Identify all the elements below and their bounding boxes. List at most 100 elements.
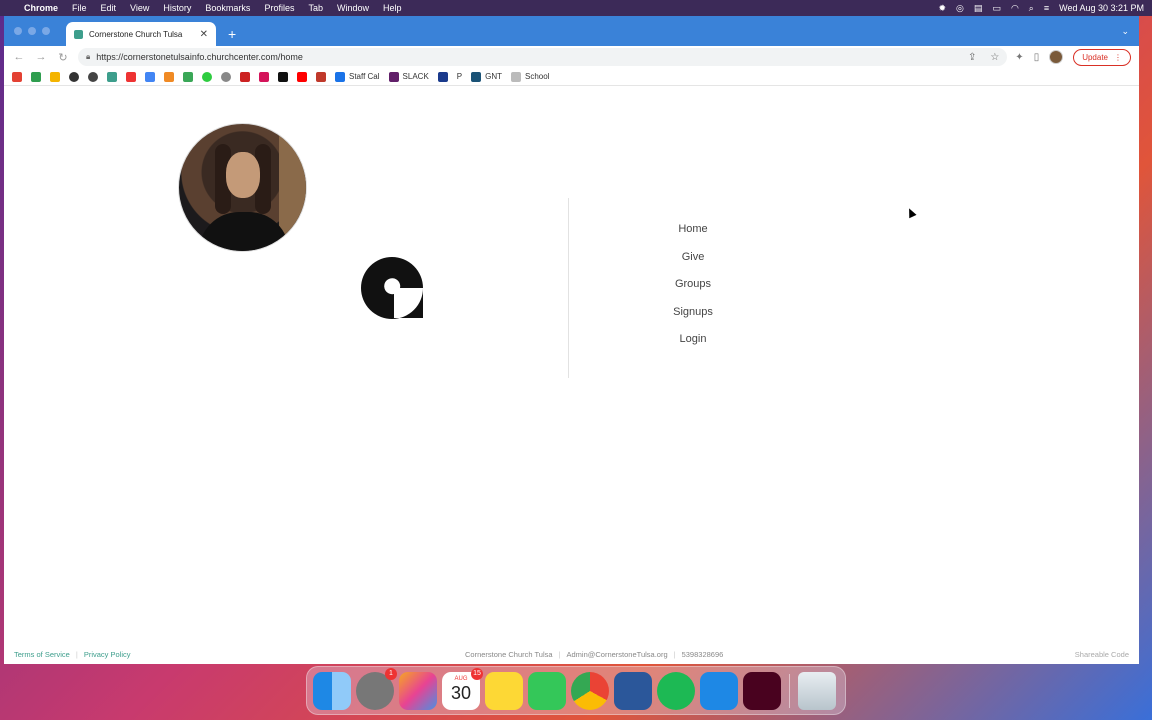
- lock-icon[interactable]: 🔒︎: [86, 52, 90, 62]
- dock-separator: [789, 673, 790, 708]
- control-center-icon[interactable]: ≡: [1044, 3, 1049, 13]
- reload-icon[interactable]: ↻: [56, 51, 70, 64]
- flag-icon[interactable]: ▤: [974, 3, 983, 14]
- footer-email[interactable]: Admin@CornerstoneTulsa.org: [567, 650, 668, 659]
- notes-icon[interactable]: [485, 671, 523, 710]
- nav-give[interactable]: Give: [682, 244, 705, 272]
- tab-title: Cornerstone Church Tulsa: [89, 29, 183, 39]
- trash-icon[interactable]: [798, 671, 836, 710]
- share-icon[interactable]: ⇪: [968, 52, 976, 63]
- shield-bookmark-icon[interactable]: [437, 71, 448, 82]
- menu-file[interactable]: File: [72, 3, 87, 13]
- bookmark-icon[interactable]: [202, 71, 212, 82]
- privacy-link[interactable]: Privacy Policy: [84, 650, 131, 659]
- bookmark-gnt[interactable]: GNT: [471, 71, 503, 82]
- close-window-button[interactable]: [14, 27, 22, 35]
- keynote-icon[interactable]: [700, 671, 738, 710]
- indesign-icon[interactable]: [743, 671, 781, 710]
- bookmark-label: GNT: [485, 72, 503, 81]
- menu-view[interactable]: View: [130, 3, 149, 13]
- active-tab[interactable]: Cornerstone Church Tulsa ✕: [66, 22, 216, 46]
- footer-phone[interactable]: 5398328696: [682, 650, 724, 659]
- church-center-logo-icon[interactable]: [360, 256, 424, 320]
- more-menu-icon: ⋮: [1114, 52, 1122, 62]
- extensions-icon[interactable]: ✦: [1015, 52, 1023, 63]
- youtube-bookmark-icon[interactable]: [297, 71, 307, 82]
- bookmark-label: School: [525, 72, 550, 81]
- menu-tab[interactable]: Tab: [308, 3, 323, 13]
- spotify-icon[interactable]: [657, 671, 695, 710]
- bookmark-icon[interactable]: [69, 71, 79, 82]
- menu-profiles[interactable]: Profiles: [264, 3, 294, 13]
- word-icon[interactable]: [614, 671, 652, 710]
- update-button[interactable]: Update ⋮: [1073, 48, 1131, 66]
- back-icon[interactable]: ←: [12, 51, 26, 63]
- menu-window[interactable]: Window: [337, 3, 369, 13]
- drive-bookmark-icon[interactable]: [31, 71, 41, 82]
- bookmark-star-icon[interactable]: ☆: [990, 52, 999, 63]
- finder-icon[interactable]: [313, 671, 351, 710]
- bookmark-icon[interactable]: [240, 71, 250, 82]
- battery-icon[interactable]: ▭: [992, 3, 1001, 14]
- macos-menubar: Chrome File Edit View History Bookmarks …: [0, 0, 1152, 16]
- bookmark-icon[interactable]: [107, 71, 117, 82]
- nav-groups[interactable]: Groups: [675, 271, 711, 299]
- bookmark-icon[interactable]: [126, 71, 136, 82]
- zoom-window-button[interactable]: [42, 27, 50, 35]
- nav-signups[interactable]: Signups: [673, 299, 713, 327]
- bookmark-icon[interactable]: [259, 71, 269, 82]
- chrome-window: Cornerstone Church Tulsa ✕ + ⌄ ← → ↻ 🔒︎ …: [4, 16, 1139, 664]
- bookmark-p[interactable]: P: [457, 72, 462, 81]
- bookmark-slack[interactable]: SLACK: [388, 71, 429, 82]
- nav-home[interactable]: Home: [678, 216, 707, 244]
- new-tab-button[interactable]: +: [228, 26, 236, 42]
- spotlight-icon[interactable]: ⌕: [1029, 3, 1034, 14]
- minimize-window-button[interactable]: [28, 27, 36, 35]
- bookmark-icon[interactable]: [221, 71, 231, 82]
- clock[interactable]: Wed Aug 30 3:21 PM: [1059, 3, 1144, 13]
- system-settings-icon[interactable]: 1: [356, 667, 397, 710]
- gmail-bookmark-icon[interactable]: [12, 71, 22, 82]
- site-nav: Home Give Groups Signups Login: [624, 216, 762, 354]
- bookmark-icon[interactable]: [316, 71, 326, 82]
- tab-close-icon[interactable]: ✕: [200, 29, 208, 40]
- chrome-icon[interactable]: [571, 671, 609, 710]
- footer-separator: |: [673, 649, 676, 659]
- bookmark-folder-school[interactable]: School: [511, 71, 550, 82]
- shirt: [199, 212, 289, 251]
- profile-avatar[interactable]: [1049, 50, 1064, 64]
- tab-search-chevron-icon[interactable]: ⌄: [1121, 26, 1129, 37]
- shareable-code-link[interactable]: Shareable Code: [1075, 650, 1129, 659]
- bookmark-icon[interactable]: [278, 71, 288, 82]
- menu-edit[interactable]: Edit: [101, 3, 117, 13]
- wifi-icon[interactable]: ◠: [1011, 3, 1019, 14]
- menu-help[interactable]: Help: [383, 3, 402, 13]
- url-text[interactable]: https://cornerstonetulsainfo.churchcente…: [96, 52, 954, 62]
- brightness-icon[interactable]: ✹: [939, 3, 947, 14]
- bookmark-icon[interactable]: [183, 71, 193, 82]
- launchpad-icon[interactable]: [399, 671, 437, 710]
- notification-badge: 15: [471, 667, 483, 680]
- terms-link[interactable]: Terms of Service: [14, 650, 70, 659]
- slack-icon: [388, 71, 399, 82]
- address-bar[interactable]: 🔒︎ https://cornerstonetulsainfo.churchce…: [78, 48, 1008, 66]
- favicon-icon: [74, 29, 83, 39]
- bookmark-icon[interactable]: [145, 71, 155, 82]
- bookmark-label: P: [456, 72, 463, 81]
- side-panel-icon[interactable]: ▯: [1034, 52, 1040, 63]
- messages-icon[interactable]: [528, 671, 566, 710]
- calendar-app-icon[interactable]: AUG 30 15: [442, 667, 483, 710]
- bookmark-icon[interactable]: [50, 71, 60, 82]
- forward-icon[interactable]: →: [34, 51, 48, 63]
- cast-icon[interactable]: ◎: [956, 3, 964, 14]
- bookmark-staff-cal[interactable]: Staff Cal: [335, 71, 380, 82]
- bookmark-icon[interactable]: [88, 71, 98, 82]
- bookmark-icon[interactable]: [164, 71, 174, 82]
- menu-app-name[interactable]: Chrome: [24, 3, 58, 13]
- folder-icon: [511, 71, 522, 82]
- webcam-overlay: [178, 123, 307, 252]
- menu-bookmarks[interactable]: Bookmarks: [205, 3, 250, 13]
- window-controls: [14, 27, 50, 35]
- nav-login[interactable]: Login: [680, 326, 707, 354]
- menu-history[interactable]: History: [163, 3, 191, 13]
